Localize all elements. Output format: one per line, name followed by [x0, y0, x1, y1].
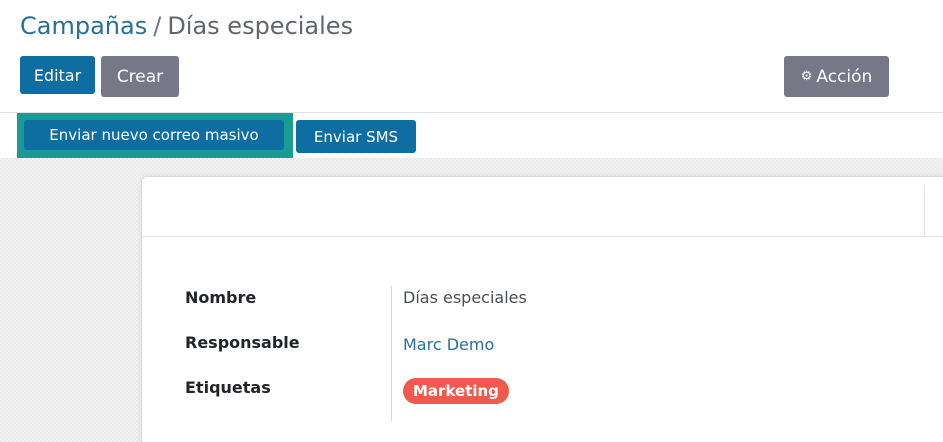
sheet-header-separator	[924, 185, 925, 235]
field-separator	[391, 286, 392, 421]
send-sms-button[interactable]: Enviar SMS	[296, 120, 416, 153]
action-button[interactable]: ⚙ Acción	[784, 56, 889, 97]
field-label-name: Nombre	[185, 288, 257, 307]
page-title: Días especiales	[167, 12, 354, 40]
edit-button[interactable]: Editar	[20, 56, 95, 94]
breadcrumb-separator: /	[153, 12, 162, 40]
send-mass-mail-button[interactable]: Enviar nuevo correo masivo	[24, 120, 284, 150]
create-button[interactable]: Crear	[101, 56, 179, 97]
field-label-tags: Etiquetas	[185, 378, 271, 397]
field-value-name: Días especiales	[403, 288, 527, 307]
field-value-responsible-link[interactable]: Marc Demo	[403, 335, 494, 354]
sheet-header-divider	[142, 236, 943, 237]
form-sheet	[141, 176, 943, 442]
gear-icon: ⚙	[800, 69, 813, 84]
breadcrumb-parent-link[interactable]: Campañas	[20, 10, 147, 42]
action-button-label: Acción	[816, 66, 873, 87]
breadcrumb: Campañas / Días especiales	[20, 10, 353, 42]
field-label-responsible: Responsable	[185, 333, 300, 352]
tag-badge[interactable]: Marketing	[403, 378, 509, 404]
